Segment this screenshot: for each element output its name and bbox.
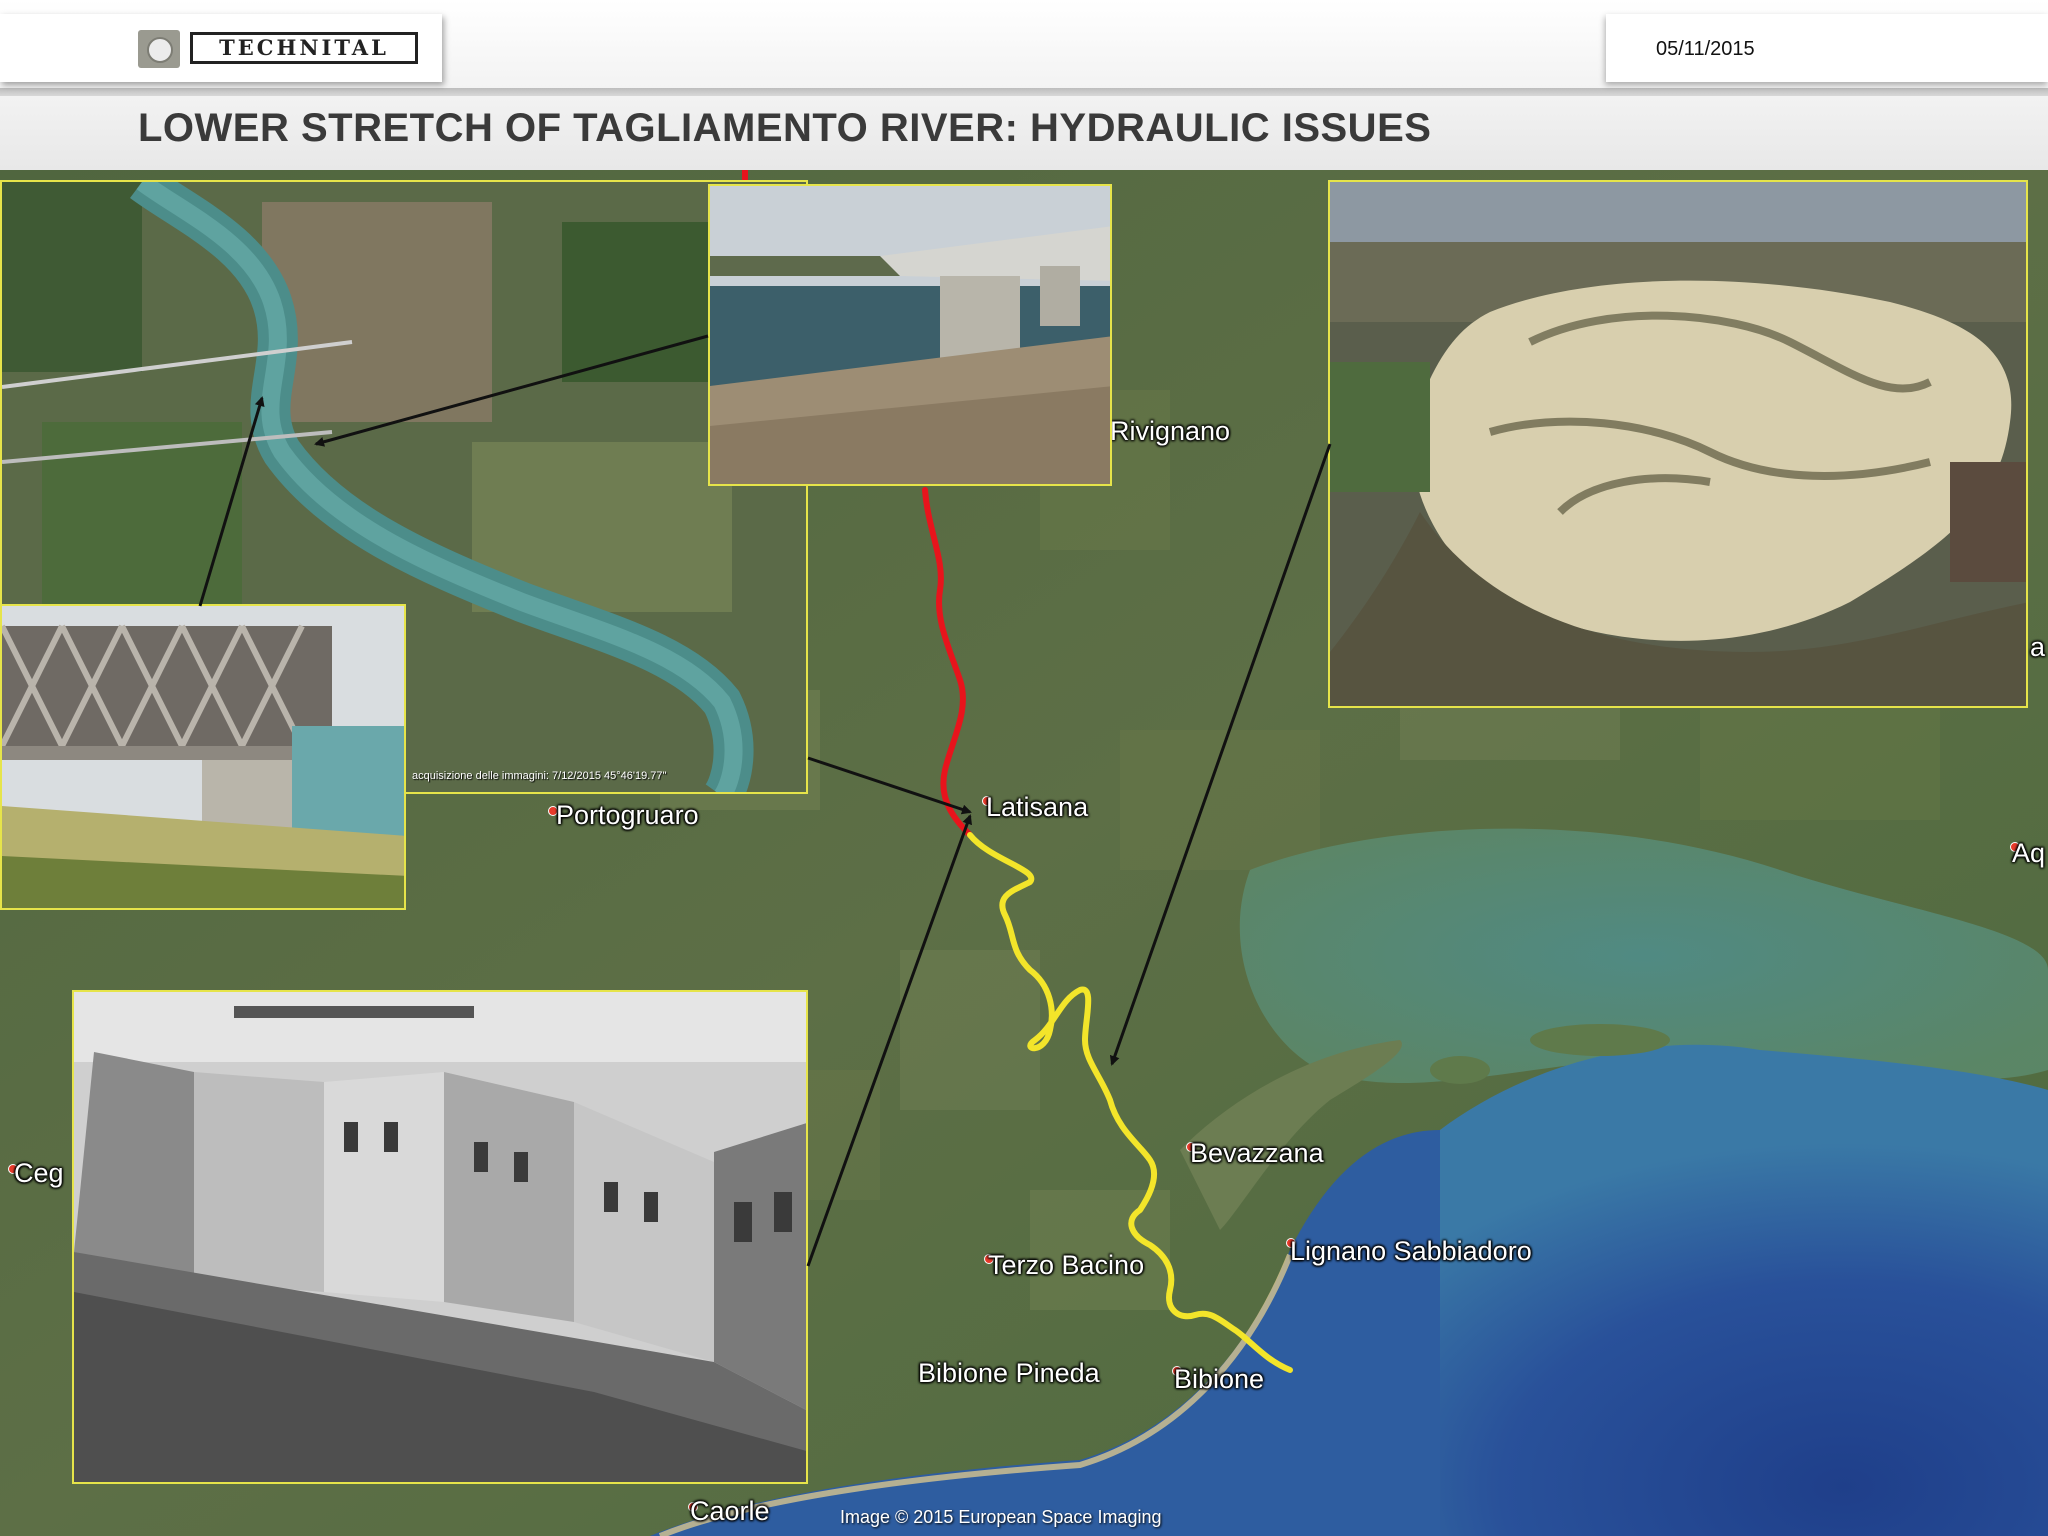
place-label-portogruaro[interactable]: Portogruaro: [556, 800, 699, 831]
page-title: LOWER STRETCH OF TAGLIAMENTO RIVER: HYDR…: [138, 106, 1432, 150]
place-label-rivignano[interactable]: Rivignano: [1110, 416, 1230, 447]
place-label-aq[interactable]: Aq: [2012, 838, 2045, 869]
place-label-caorle[interactable]: Caorle: [690, 1496, 770, 1527]
place-label-edge: a: [2030, 632, 2046, 662]
place-label-bibione[interactable]: Bibione: [1174, 1364, 1264, 1395]
logo-wordmark: TECHNITAL: [190, 32, 418, 64]
road-bridge-photo[interactable]: [708, 184, 1112, 486]
company-logo[interactable]: TECHNITAL: [0, 14, 442, 82]
place-label-ceg[interactable]: Ceg: [14, 1158, 64, 1189]
place-label-bibione-pineda[interactable]: Bibione Pineda: [918, 1358, 1100, 1389]
header-band: [0, 88, 2048, 96]
logo-mark-icon: [138, 30, 180, 68]
date-box: 05/11/2015: [1606, 14, 2048, 82]
slide-header: TECHNITAL 05/11/2015 LOWER STRETCH OF TA…: [0, 0, 2048, 170]
aerial-flood-photo[interactable]: [1328, 180, 2028, 708]
place-label-bevazzana[interactable]: Bevazzana: [1190, 1138, 1324, 1169]
imagery-credit: Image © 2015 European Space Imaging: [840, 1507, 1162, 1527]
slide-date: 05/11/2015: [1656, 38, 1755, 60]
railway-bridge-photo[interactable]: [0, 604, 406, 910]
place-label-terzo-bacino[interactable]: Terzo Bacino: [988, 1250, 1144, 1281]
place-label-latisana[interactable]: Latisana: [986, 792, 1088, 823]
inset-caption: acquisizione delle immagini: 7/12/2015 4…: [412, 770, 667, 782]
historic-flood-photo[interactable]: [72, 990, 808, 1484]
place-label-lignano[interactable]: Lignano Sabbiadoro: [1290, 1236, 1532, 1267]
